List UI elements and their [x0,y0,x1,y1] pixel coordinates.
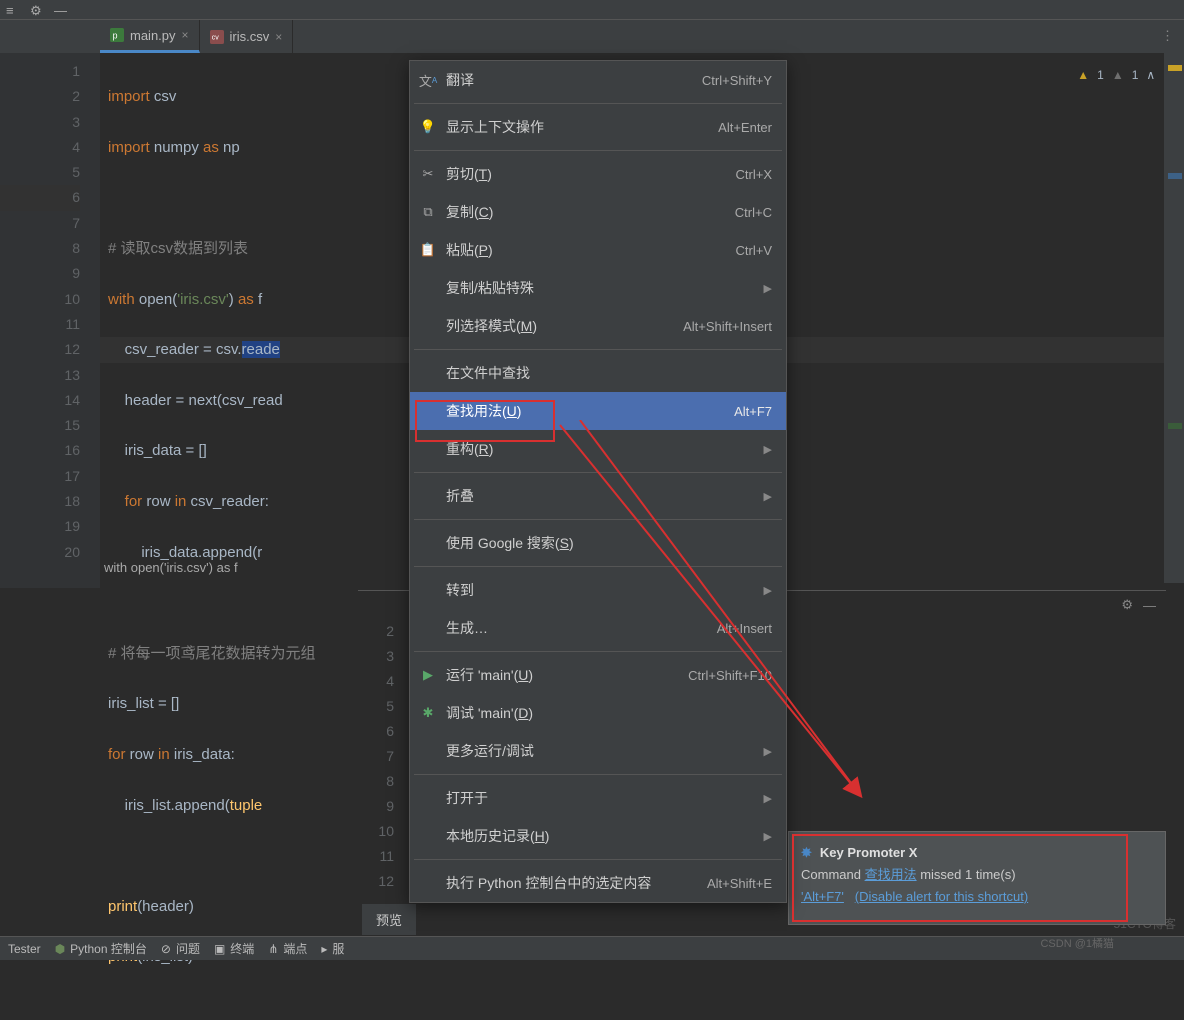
more-tabs-icon[interactable]: ⋮ [1161,28,1174,44]
close-icon[interactable]: × [182,28,189,42]
menu-run-main[interactable]: ▶运行 'main'(U)Ctrl+Shift+F10 [410,656,786,694]
csv-file-icon: cv [210,30,224,44]
menu-show-context-actions[interactable]: 💡显示上下文操作Alt+Enter [410,108,786,146]
sb-endpoints[interactable]: ⋔端点 [268,940,307,957]
sb-problems[interactable]: ⊘问题 [161,940,200,957]
copy-icon: ⧉ [420,204,436,220]
watermark: CSDN @1橘猫 [1040,935,1114,951]
sb-terminal[interactable]: ▣终端 [214,940,254,957]
sb-services[interactable]: ▸服 [321,940,344,957]
chevron-right-icon: ▶ [764,490,772,503]
close-icon[interactable]: × [275,30,282,44]
chevron-right-icon: ▶ [764,830,772,843]
menu-debug-main[interactable]: ✱调试 'main'(D) [410,694,786,732]
menu-translate[interactable]: 文A翻译Ctrl+Shift+Y [410,61,786,99]
problems-icon: ⊘ [161,942,171,956]
tab-label: iris.csv [230,29,270,44]
chevron-right-icon: ▶ [764,584,772,597]
sb-tester[interactable]: Tester [8,942,41,956]
chevron-up-icon[interactable]: ∧ [1146,68,1155,82]
gear-icon[interactable]: ⚙ [30,3,44,17]
weak-warning-icon: ▲ [1112,68,1124,82]
menu-open-in[interactable]: 打开于▶ [410,779,786,817]
menu-paste-special[interactable]: 复制/粘贴特殊▶ [410,269,786,307]
editor-tabs: p main.py × cv iris.csv × ⋮ [0,20,1184,53]
run-icon: ▶ [420,667,436,683]
tab-iris-csv[interactable]: cv iris.csv × [200,20,294,53]
python-file-icon: p [110,28,124,42]
menu-find-in-files[interactable]: 在文件中查找 [410,354,786,392]
warning-icon: ▲ [1077,68,1089,82]
chevron-right-icon: ▶ [764,745,772,758]
menu-cut[interactable]: ✂剪切(T)Ctrl+X [410,155,786,193]
chevron-right-icon: ▶ [764,443,772,456]
minimize-icon[interactable]: — [54,3,68,17]
svg-text:p: p [113,31,118,41]
chevron-right-icon: ▶ [764,792,772,805]
menu-find-usages[interactable]: 查找用法(U)Alt+F7 [410,392,786,430]
notif-command-link[interactable]: 查找用法 [865,867,917,882]
python-icon: ⬢ [55,942,65,956]
bulb-icon: 💡 [420,119,436,135]
svg-text:cv: cv [211,34,219,41]
menu-google-search[interactable]: 使用 Google 搜索(S) [410,524,786,562]
gear-icon[interactable]: ⚙ [1121,597,1133,613]
notif-title: Key Promoter X [820,842,918,864]
tab-label: main.py [130,28,176,43]
terminal-icon: ▣ [214,942,225,956]
status-bar: Tester ⬢Python 控制台 ⊘问题 ▣终端 ⋔端点 ▸服 [0,936,1184,960]
error-stripe [1164,53,1184,583]
paste-icon: 📋 [420,242,436,258]
minimize-icon[interactable]: — [1143,598,1156,613]
menu-exec-selection[interactable]: 执行 Python 控制台中的选定内容Alt+Shift+E [410,864,786,902]
key-promoter-notification: ✸Key Promoter X Command 查找用法 missed 1 ti… [788,831,1166,925]
notif-icon: ✸ [801,842,812,864]
services-icon: ▸ [321,942,327,956]
menu-goto[interactable]: 转到▶ [410,571,786,609]
menu-copy[interactable]: ⧉复制(C)Ctrl+C [410,193,786,231]
menu-refactor[interactable]: 重构(R)▶ [410,430,786,468]
menu-paste[interactable]: 📋粘贴(P)Ctrl+V [410,231,786,269]
menu-local-history[interactable]: 本地历史记录(H)▶ [410,817,786,855]
line-gutter: 123 456 789 101112 131415 161718 1920 [0,53,100,588]
debug-icon: ✱ [420,705,436,721]
notif-disable-link[interactable]: (Disable alert for this shortcut) [855,889,1028,904]
endpoints-icon: ⋔ [268,942,278,956]
sb-python-console[interactable]: ⬢Python 控制台 [55,940,147,957]
translate-icon: 文A [420,72,436,88]
menu-generate[interactable]: 生成…Alt+Insert [410,609,786,647]
tab-preview[interactable]: 预览 [362,904,416,935]
chevron-right-icon: ▶ [764,282,772,295]
menu-more-run[interactable]: 更多运行/调试▶ [410,732,786,770]
preview-gutter: 234 567 8910 1112 [358,619,406,894]
window-toolbar: ≡ ⚙ — [0,0,1184,20]
inspection-widget[interactable]: ▲1 ▲1 ∧ ∨ [1077,68,1172,82]
breadcrumb[interactable]: with open('iris.csv') as f [104,560,238,575]
menu-folding[interactable]: 折叠▶ [410,477,786,515]
selected-text: reade [242,341,280,358]
menu-icon[interactable]: ≡ [6,3,20,17]
notif-shortcut-link[interactable]: 'Alt+F7' [801,889,844,904]
context-menu: 文A翻译Ctrl+Shift+Y 💡显示上下文操作Alt+Enter ✂剪切(T… [409,60,787,903]
cut-icon: ✂ [420,166,436,182]
menu-column-selection[interactable]: 列选择模式(M)Alt+Shift+Insert [410,307,786,345]
tab-main-py[interactable]: p main.py × [100,20,200,53]
